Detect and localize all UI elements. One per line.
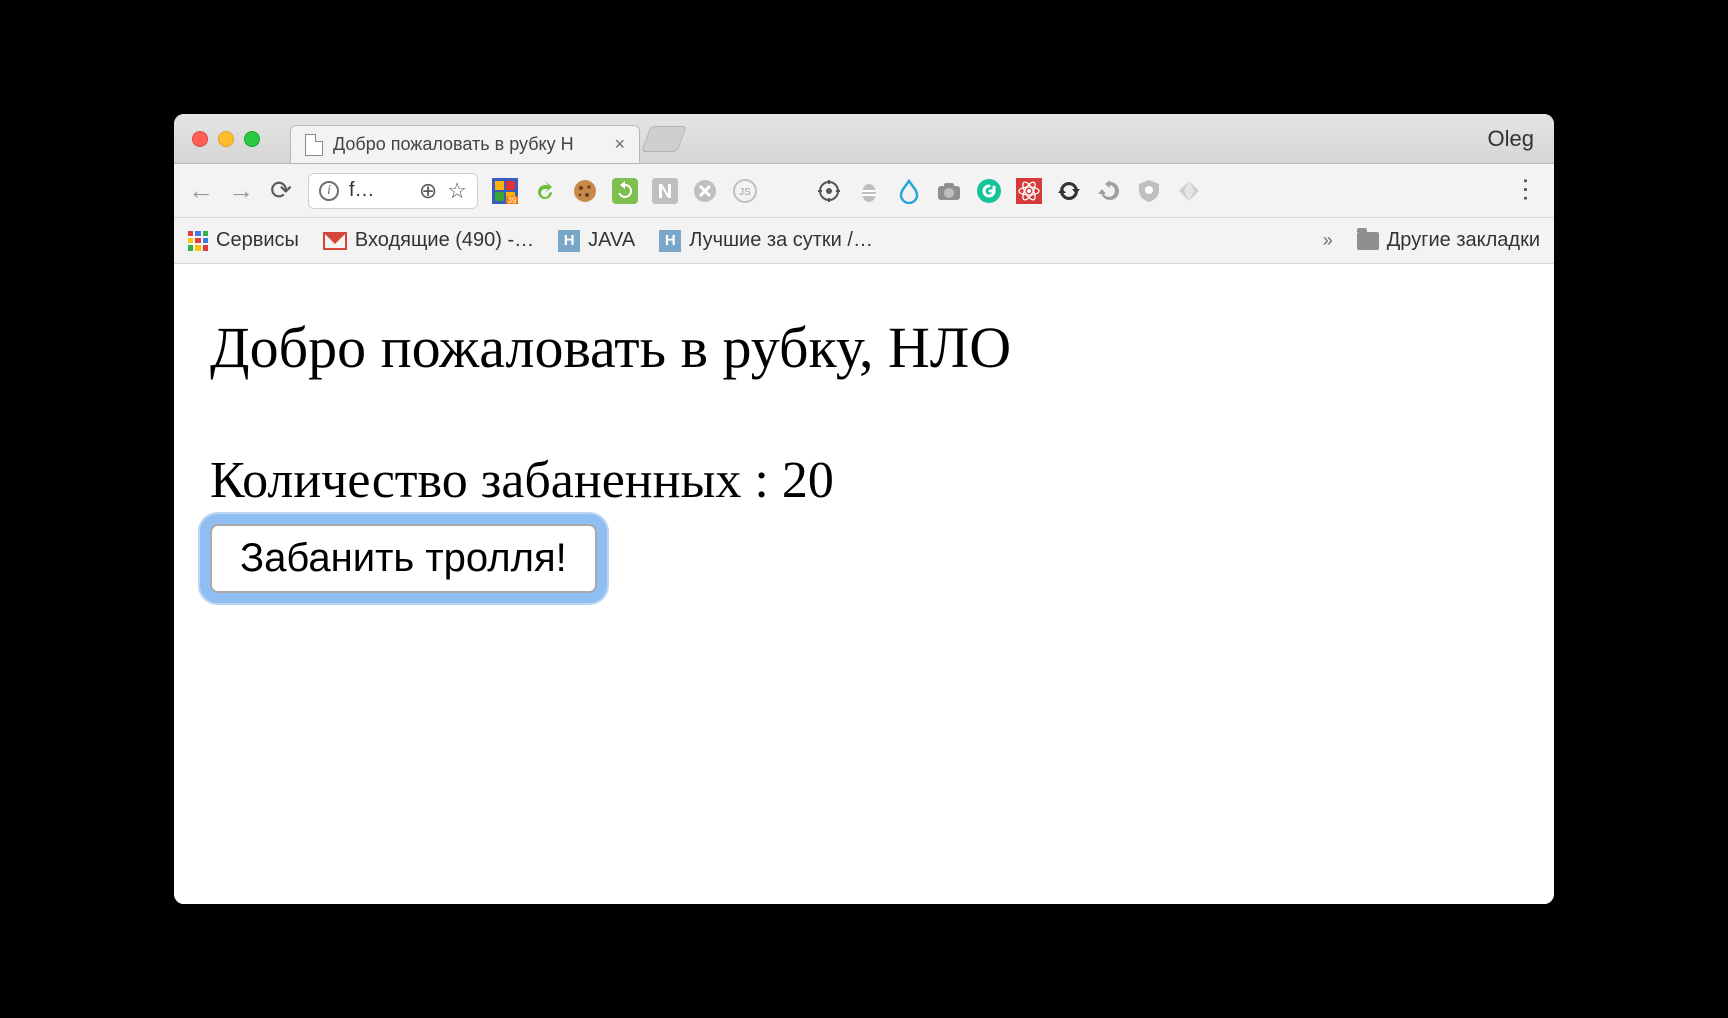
window-controls: [192, 131, 260, 147]
address-bar[interactable]: i f… ⊕ ☆: [308, 173, 478, 209]
bookmark-label: JAVA: [588, 229, 635, 252]
bookmark-java[interactable]: H JAVA: [558, 229, 635, 252]
bookmark-best[interactable]: H Лучшие за сутки /…: [659, 229, 873, 252]
bookmark-other-folder[interactable]: Другие закладки: [1357, 229, 1540, 252]
extension-cookie-icon[interactable]: [572, 178, 598, 204]
extension-refresh-green-icon[interactable]: [612, 178, 638, 204]
ban-troll-button[interactable]: Забанить тролля!: [210, 524, 597, 593]
extension-diamond-icon[interactable]: [1176, 178, 1202, 204]
bookmark-label: Другие закладки: [1387, 229, 1540, 252]
window-minimize-button[interactable]: [218, 131, 234, 147]
bookmark-apps[interactable]: Сервисы: [188, 229, 299, 252]
extension-bee-icon[interactable]: [856, 178, 882, 204]
zoom-icon[interactable]: ⊕: [419, 178, 437, 204]
bookmark-label: Сервисы: [216, 229, 299, 252]
extension-camera-icon[interactable]: [936, 178, 962, 204]
bookmark-inbox[interactable]: Входящие (490) -…: [323, 229, 534, 252]
reload-button[interactable]: ⟳: [268, 175, 294, 206]
tab-strip: Добро пожаловать в рубку Н × Oleg: [174, 114, 1554, 164]
bookmark-star-icon[interactable]: ☆: [447, 178, 467, 204]
extension-grammarly-icon[interactable]: [976, 178, 1002, 204]
habr-icon: H: [558, 230, 580, 252]
file-icon: [305, 134, 323, 156]
extension-disabled-x-icon[interactable]: [692, 178, 718, 204]
svg-text:JS: JS: [739, 187, 751, 198]
page-heading: Добро пожаловать в рубку, НЛО: [210, 314, 1518, 381]
extension-shield-icon[interactable]: [1136, 178, 1162, 204]
bookmarks-bar: Сервисы Входящие (490) -… H JAVA H Лучши…: [174, 218, 1554, 264]
window-close-button[interactable]: [192, 131, 208, 147]
extensions-row: 39 JS: [492, 175, 1540, 206]
extension-badge-number: 39: [508, 196, 517, 204]
extension-js-icon[interactable]: JS: [732, 178, 758, 204]
habr-icon: H: [659, 230, 681, 252]
page-subheading: Количество забаненных : 20: [210, 451, 1518, 510]
back-button[interactable]: ←: [188, 175, 214, 206]
apps-icon: [188, 231, 208, 251]
bookmark-label: Входящие (490) -…: [355, 229, 534, 252]
extension-devtools-icon[interactable]: [816, 178, 842, 204]
browser-window: Добро пожаловать в рубку Н × Oleg ← → ⟳ …: [174, 114, 1554, 904]
toolbar: ← → ⟳ i f… ⊕ ☆ 39: [174, 164, 1554, 218]
extension-droplet-icon[interactable]: [896, 178, 922, 204]
extension-undo-icon[interactable]: [532, 178, 558, 204]
chevron-right-icon: »: [1323, 230, 1333, 251]
profile-name[interactable]: Oleg: [1488, 126, 1540, 152]
forward-button[interactable]: →: [228, 175, 254, 206]
browser-tab[interactable]: Добро пожаловать в рубку Н ×: [290, 125, 640, 163]
url-text: f…: [349, 179, 375, 202]
bookmark-label: Лучшие за сутки /…: [689, 229, 873, 252]
extension-sync-icon[interactable]: [1056, 178, 1082, 204]
gmail-icon: [323, 232, 347, 250]
page-content: Добро пожаловать в рубку, НЛО Количество…: [174, 264, 1554, 904]
new-tab-button[interactable]: [641, 126, 686, 152]
folder-icon: [1357, 232, 1379, 250]
window-zoom-button[interactable]: [244, 131, 260, 147]
chrome-menu-button[interactable]: ⋯: [1512, 175, 1540, 206]
tab-title: Добро пожаловать в рубку Н: [333, 134, 604, 155]
extension-notion-icon[interactable]: [652, 178, 678, 204]
extension-keepass-icon[interactable]: 39: [492, 178, 518, 204]
bookmarks-overflow[interactable]: »: [1323, 230, 1333, 251]
site-info-icon[interactable]: i: [319, 181, 339, 201]
tab-close-button[interactable]: ×: [614, 134, 625, 155]
extension-react-icon[interactable]: [1016, 178, 1042, 204]
extension-history-icon[interactable]: [1096, 178, 1122, 204]
